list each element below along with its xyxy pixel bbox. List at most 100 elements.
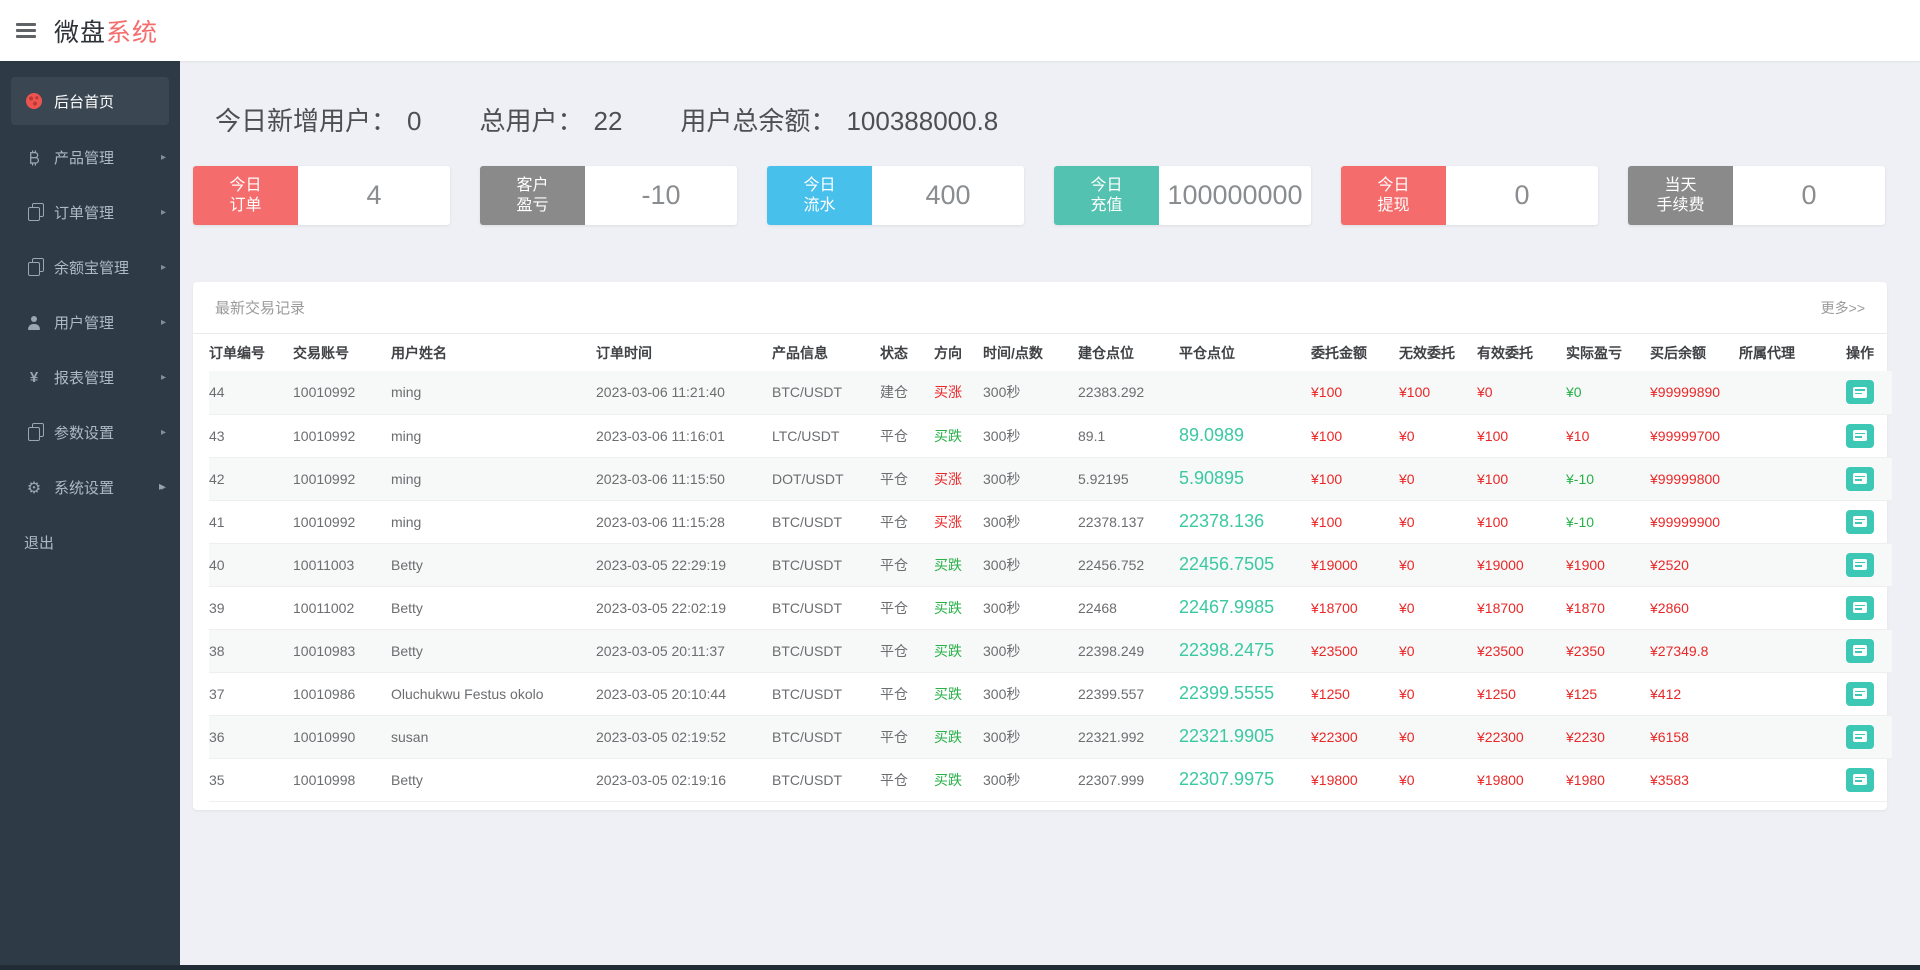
sidebar-item-logout[interactable]: 退出: [0, 515, 180, 570]
view-order-button[interactable]: [1846, 423, 1874, 448]
cell-balance-after: ¥3583: [1650, 771, 1689, 788]
view-order-button[interactable]: [1846, 638, 1874, 663]
cell-product: BTC/USDT: [772, 642, 842, 659]
view-order-button[interactable]: [1846, 509, 1874, 534]
cell-status: 平仓: [880, 728, 908, 745]
card-value: 0: [1801, 180, 1817, 210]
stat-total-users: 总用户： 22: [479, 101, 622, 138]
balance-copy-icon: [27, 258, 44, 276]
cell-direction: 买涨: [934, 513, 962, 530]
sidebar-item-users[interactable]: 用户管理: [0, 295, 180, 350]
col-username: 用户姓名: [391, 344, 447, 361]
card-value: 100000000: [1167, 180, 1303, 210]
orders-copy-icon: [27, 203, 44, 221]
cell-entrust-amount: ¥100: [1311, 384, 1343, 401]
cell-balance-after: ¥99999800: [1650, 470, 1721, 487]
cell-username: Oluchukwu Festus okolo: [391, 685, 544, 702]
cell-product: BTC/USDT: [772, 384, 842, 401]
sidebar-item-orders[interactable]: 订单管理: [0, 185, 180, 240]
cell-username: ming: [391, 384, 422, 401]
sidebar-item-system[interactable]: 系统设置: [0, 460, 180, 515]
card-list-icon: [1853, 516, 1867, 527]
cell-actual-pl: ¥1870: [1566, 599, 1605, 616]
view-order-button[interactable]: [1846, 552, 1874, 577]
sidebar: 后台首页 产品管理 订单管理 余额宝管理 用户管理: [0, 61, 180, 970]
menu-toggle-icon[interactable]: [16, 23, 36, 38]
stat-value: 100388000.8: [846, 106, 999, 136]
cell-direction: 买跌: [934, 685, 962, 702]
sidebar-collapse-icon[interactable]: [159, 479, 165, 493]
chevron-right-icon: [161, 372, 166, 383]
trades-table: 订单编号 交易账号 用户姓名 订单时间 产品信息 状态 方向 时间/点数 建仓点…: [209, 334, 1892, 802]
sidebar-item-label: 参数设置: [54, 425, 115, 442]
cell-product: BTC/USDT: [772, 685, 842, 702]
card-value: 0: [1514, 180, 1530, 210]
cell-balance-after: ¥2520: [1650, 556, 1689, 573]
card-label: 今日 流水: [767, 166, 872, 225]
cell-duration: 300秒: [983, 556, 1021, 573]
cell-balance-after: ¥99999890: [1650, 384, 1721, 401]
cell-actual-pl: ¥2230: [1566, 728, 1605, 745]
cell-account: 10010990: [293, 728, 356, 745]
view-order-button[interactable]: [1846, 681, 1874, 706]
view-order-button[interactable]: [1846, 595, 1874, 620]
cell-order-time: 2023-03-05 02:19:52: [596, 728, 726, 745]
sidebar-item-label: 系统设置: [54, 480, 115, 497]
cell-balance-after: ¥2860: [1650, 599, 1689, 616]
cell-username: ming: [391, 427, 422, 444]
sidebar-item-balance[interactable]: 余额宝管理: [0, 240, 180, 295]
card-list-icon: [1853, 731, 1867, 742]
stat-value: 22: [593, 106, 623, 136]
cell-order-id: 37: [209, 685, 225, 702]
cell-status: 平仓: [880, 599, 908, 616]
cell-agent: [1739, 672, 1846, 715]
cell-account: 10011002: [293, 599, 355, 616]
view-order-button[interactable]: [1846, 466, 1874, 491]
cell-username: Betty: [391, 556, 423, 573]
cell-account: 10011003: [293, 556, 355, 573]
cell-order-id: 36: [209, 728, 225, 745]
cell-direction: 买跌: [934, 599, 962, 616]
cell-actual-pl: ¥-10: [1566, 470, 1595, 487]
stat-cards: 今日 订单 4 客户 盈亏 -10 今日 流水 400 今日 充值 100000…: [193, 166, 1887, 225]
panel-title: 最新交易记录: [215, 300, 306, 317]
table-row: 37 10010986 Oluchukwu Festus okolo 2023-03-…: [209, 672, 1892, 715]
cell-operation: [1846, 500, 1892, 543]
more-link[interactable]: 更多>>: [1821, 298, 1865, 318]
sidebar-item-products[interactable]: 产品管理: [0, 130, 180, 185]
brand-logo: 微盘系统: [54, 13, 158, 49]
cell-actual-pl: ¥10: [1566, 427, 1590, 444]
cell-actual-pl: ¥1980: [1566, 771, 1605, 788]
bitcoin-icon: [30, 149, 39, 166]
cell-close-point: 22307.9975: [1179, 769, 1275, 789]
card-customer-pl: 客户 盈亏 -10: [480, 166, 737, 225]
cell-status: 平仓: [880, 642, 908, 659]
sidebar-item-label: 订单管理: [54, 205, 115, 222]
view-order-button[interactable]: [1846, 724, 1874, 749]
card-label: 当天 手续费: [1628, 166, 1733, 225]
cell-balance-after: ¥99999700: [1650, 427, 1721, 444]
cell-agent: [1739, 500, 1846, 543]
cell-open-point: 22307.999: [1078, 771, 1145, 788]
sidebar-item-label: 余额宝管理: [54, 260, 130, 277]
cell-operation: [1846, 672, 1892, 715]
sidebar-item-params[interactable]: 参数设置: [0, 405, 180, 460]
card-list-icon: [1853, 473, 1867, 484]
cell-valid-entrust: ¥100: [1477, 470, 1509, 487]
stats-bar: 今日新增用户： 0 总用户： 22 用户总余额： 100388000.8: [215, 101, 1887, 138]
sidebar-item-reports[interactable]: 报表管理: [0, 350, 180, 405]
table-body: 44 10010992 ming 2023-03-06 11:21:40 BTC/USD…: [209, 371, 1892, 801]
chevron-right-icon: [161, 262, 166, 273]
card-label: 今日 充值: [1054, 166, 1159, 225]
view-order-button[interactable]: [1846, 767, 1874, 792]
card-list-icon: [1853, 688, 1867, 699]
cell-product: BTC/USDT: [772, 728, 842, 745]
view-order-button[interactable]: [1846, 380, 1874, 405]
cell-direction: 买涨: [934, 384, 962, 401]
cell-open-point: 22383.292: [1078, 384, 1145, 401]
cell-direction: 买涨: [934, 470, 962, 487]
cell-order-id: 40: [209, 556, 225, 573]
cell-order-id: 35: [209, 771, 225, 788]
sidebar-item-home[interactable]: 后台首页: [11, 77, 169, 125]
cell-invalid-entrust: ¥0: [1399, 728, 1415, 745]
